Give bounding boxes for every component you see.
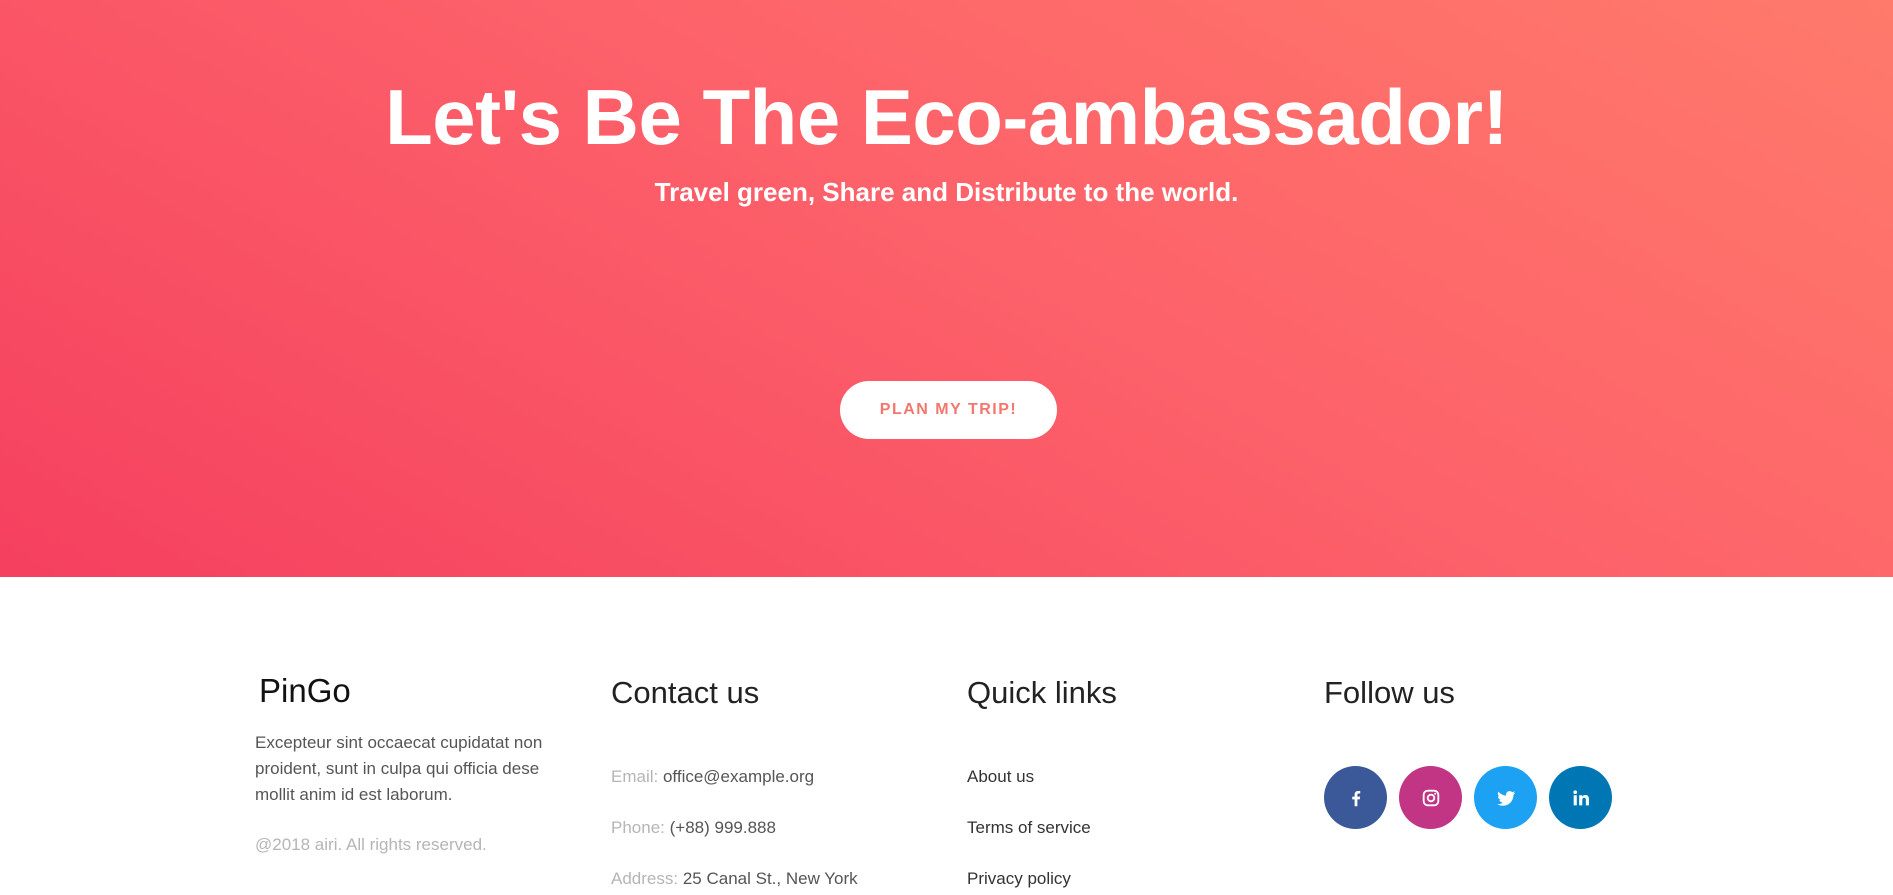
email-label: Email:: [611, 767, 659, 786]
facebook-icon: [1351, 790, 1360, 806]
hero-section: Let's Be The Eco-ambassador! Travel gree…: [0, 0, 1893, 577]
brand-name: PinGo: [259, 672, 351, 709]
quick-links-heading: Quick links: [967, 675, 1117, 710]
footer: PinGo Excepteur sint occaecat cupidatat …: [0, 577, 1893, 895]
email-link[interactable]: office@example.org: [663, 767, 814, 786]
facebook-button[interactable]: [1324, 766, 1387, 829]
plan-my-trip-button[interactable]: PLAN MY TRIP!: [840, 381, 1057, 439]
contact-address: Address: 25 Canal St., New York: [611, 869, 858, 889]
instagram-button[interactable]: [1399, 766, 1462, 829]
instagram-icon: [1422, 789, 1439, 806]
address-label: Address:: [611, 869, 679, 888]
contact-heading: Contact us: [611, 675, 760, 710]
twitter-icon: [1496, 790, 1515, 806]
twitter-button[interactable]: [1474, 766, 1537, 829]
address-value: 25 Canal St., New York: [682, 869, 858, 888]
brand-description: Excepteur sint occaecat cupidatat non pr…: [255, 733, 543, 804]
privacy-policy-link[interactable]: Privacy policy: [967, 869, 1071, 889]
hero-subtitle: Travel green, Share and Distribute to th…: [654, 177, 1239, 207]
phone-value: (+88) 999.888: [669, 818, 776, 837]
about-us-link[interactable]: About us: [967, 767, 1034, 787]
phone-label: Phone:: [611, 818, 665, 837]
terms-of-service-link[interactable]: Terms of service: [967, 818, 1091, 838]
contact-email: Email: office@example.org: [611, 767, 814, 787]
copyright-text: @2018 airi. All rights reserved.: [255, 835, 487, 854]
linkedin-icon: [1572, 789, 1589, 805]
linkedin-button[interactable]: [1549, 766, 1612, 829]
follow-us-heading: Follow us: [1324, 675, 1455, 710]
contact-phone: Phone: (+88) 999.888: [611, 818, 776, 838]
hero-title: Let's Be The Eco-ambassador!: [385, 73, 1508, 161]
